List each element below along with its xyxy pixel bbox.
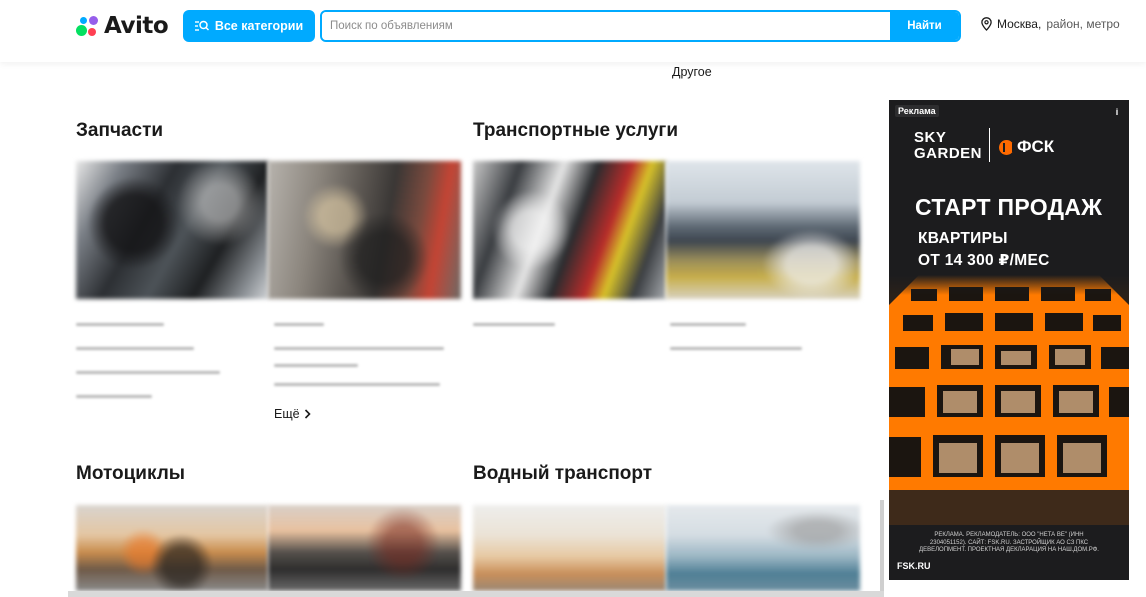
subcategory-link[interactable]: [274, 383, 440, 386]
category-image-tile[interactable]: [268, 161, 461, 299]
ad-legal-text: РЕКЛАМА. РЕКЛАМОДАТЕЛЬ: ООО "НЕТА ВЕ" (И…: [919, 532, 1099, 553]
horizontal-scrollbar[interactable]: [68, 591, 884, 597]
logo-dots-icon: [76, 14, 100, 38]
ad-brand-sky-garden: SKY GARDEN: [914, 129, 983, 162]
header: Avito Все категории Найти Москва, район,…: [0, 0, 1146, 62]
ad-divider: [989, 128, 990, 162]
ad-brand-fsk: ФСК: [999, 137, 1054, 157]
info-icon[interactable]: i: [1111, 106, 1123, 118]
categories-search-icon: [194, 20, 209, 31]
fsk-logo-icon: [999, 139, 1014, 155]
category-image-tile[interactable]: [666, 505, 860, 591]
ad-subheadline-2: ОТ 14 300 ₽/МЕС: [918, 252, 1050, 269]
category-image-tile[interactable]: [666, 161, 860, 299]
ad-banner[interactable]: Реклама i SKY GARDEN ФСК СТАРТ ПРОДАЖ КВ…: [889, 100, 1129, 580]
section-title-transport-services[interactable]: Транспортные услуги: [473, 120, 678, 142]
ad-brand-fsk-text: ФСК: [1017, 137, 1055, 156]
chevron-right-icon: [304, 409, 311, 419]
logo-text: Avito: [104, 13, 169, 39]
category-image-tile[interactable]: [268, 505, 461, 591]
ad-subheadline-1: КВАРТИРЫ: [918, 230, 1008, 247]
ad-label: Реклама: [895, 105, 939, 117]
location-region: район, метро: [1046, 17, 1120, 31]
search-bar: Найти: [320, 10, 961, 42]
location-pin-icon: [981, 17, 992, 31]
subcategory-link[interactable]: [274, 364, 358, 367]
all-categories-button[interactable]: Все категории: [183, 10, 315, 42]
ad-site-link[interactable]: FSK.RU: [897, 561, 931, 571]
subcategory-link[interactable]: [76, 395, 152, 398]
category-image-tile[interactable]: [473, 505, 666, 591]
subcategory-link[interactable]: [473, 323, 555, 326]
category-link-other[interactable]: Другое: [672, 65, 712, 79]
subcategory-link[interactable]: [76, 323, 164, 326]
location-selector[interactable]: Москва, район, метро: [981, 17, 1120, 31]
subcategory-link[interactable]: [274, 347, 444, 350]
subcategory-link[interactable]: [274, 323, 324, 326]
subcategory-link[interactable]: [76, 371, 220, 374]
more-link[interactable]: Ещё: [274, 407, 311, 421]
search-input[interactable]: [322, 12, 890, 40]
ad-building-image: [889, 275, 1129, 525]
location-city: Москва,: [997, 17, 1042, 31]
ad-headline: СТАРТ ПРОДАЖ: [915, 194, 1103, 220]
section-title-motorcycles[interactable]: Мотоциклы: [76, 463, 185, 485]
more-label: Ещё: [274, 407, 300, 421]
category-image-tile[interactable]: [76, 161, 268, 299]
category-image-tile[interactable]: [76, 505, 268, 591]
scrollbar-thumb[interactable]: [880, 500, 884, 597]
all-categories-label: Все категории: [214, 19, 304, 33]
subcategory-link[interactable]: [670, 323, 746, 326]
section-title-parts[interactable]: Запчасти: [76, 120, 163, 142]
subcategory-link[interactable]: [76, 347, 194, 350]
avito-logo[interactable]: Avito: [76, 12, 169, 40]
subcategory-link[interactable]: [670, 347, 802, 350]
section-title-water-transport[interactable]: Водный транспорт: [473, 463, 652, 485]
search-button[interactable]: Найти: [890, 12, 959, 40]
category-image-tile[interactable]: [473, 161, 666, 299]
